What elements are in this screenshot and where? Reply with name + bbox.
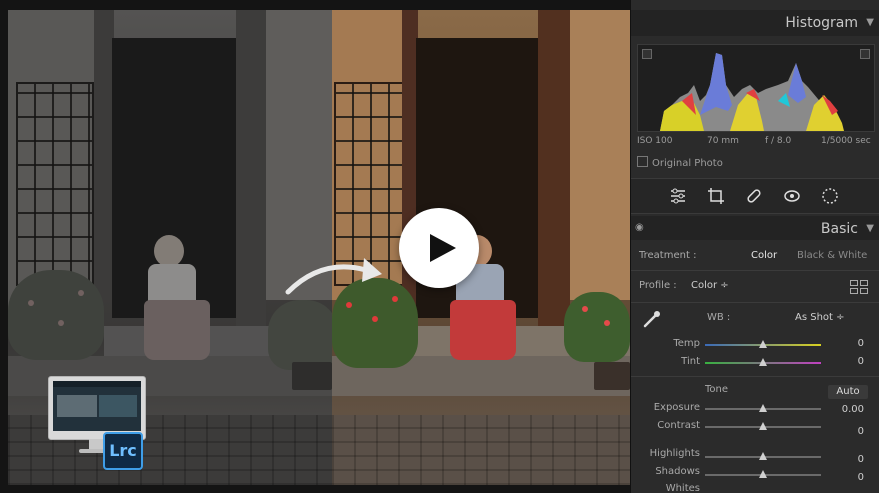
exif-shutter: 1/5000 sec bbox=[821, 136, 871, 146]
shadows-value[interactable]: 0 bbox=[858, 472, 864, 483]
exposure-value[interactable]: 0.00 bbox=[842, 404, 864, 415]
shadows-slider-handle[interactable] bbox=[759, 470, 767, 478]
basic-header[interactable]: ◉ Basic ▼ bbox=[631, 216, 879, 240]
tool-strip bbox=[631, 178, 879, 214]
bandage-icon[interactable] bbox=[745, 187, 763, 205]
basic-title: Basic bbox=[820, 221, 858, 237]
highlights-value[interactable]: 0 bbox=[858, 454, 864, 465]
crop-icon[interactable] bbox=[707, 187, 725, 205]
tint-label: Tint bbox=[681, 356, 700, 367]
lightroom-classic-logo: Lrc bbox=[103, 432, 143, 470]
wb-row: WB : As Shot ÷ bbox=[631, 310, 879, 330]
temp-slider-handle[interactable] bbox=[759, 340, 767, 348]
shadow-clipping-icon[interactable] bbox=[642, 49, 652, 59]
monitor-graphic bbox=[48, 376, 146, 453]
histogram bbox=[637, 44, 875, 132]
temp-slider[interactable] bbox=[705, 340, 821, 348]
monitor-screen bbox=[53, 381, 141, 431]
contrast-label: Contrast bbox=[657, 420, 700, 431]
contrast-slider[interactable] bbox=[705, 422, 821, 430]
contrast-slider-handle[interactable] bbox=[759, 422, 767, 430]
highlights-label: Highlights bbox=[649, 448, 700, 459]
whites-label: Whites bbox=[665, 483, 700, 493]
temp-value[interactable]: 0 bbox=[858, 338, 864, 349]
video-thumbnail: Lrc Histogram ▼ ISO 100 70 mm f / 8.0 1/… bbox=[0, 0, 879, 493]
histogram-graph bbox=[660, 53, 844, 131]
whites-row: Whites bbox=[631, 483, 879, 493]
treatment-label: Treatment : bbox=[639, 250, 697, 261]
exif-focal-length: 70 mm bbox=[707, 136, 739, 146]
develop-panel: Histogram ▼ ISO 100 70 mm f / 8.0 1/5000… bbox=[630, 0, 879, 493]
temp-row: Temp 0 bbox=[631, 336, 879, 354]
contrast-row: Contrast 0 bbox=[631, 420, 879, 438]
shadows-row: Shadows 0 bbox=[631, 466, 879, 484]
profile-row: Profile : Color ÷ bbox=[631, 278, 879, 298]
visibility-eye-icon[interactable]: ◉ bbox=[635, 222, 644, 233]
tint-value[interactable]: 0 bbox=[858, 356, 864, 367]
collapse-triangle-icon[interactable]: ▼ bbox=[866, 17, 874, 28]
highlight-clipping-icon[interactable] bbox=[860, 49, 870, 59]
wb-dropdown[interactable]: As Shot ÷ bbox=[795, 312, 845, 323]
mask-icon[interactable] bbox=[821, 187, 839, 205]
contrast-value[interactable]: 0 bbox=[858, 426, 864, 437]
tint-slider[interactable] bbox=[705, 358, 821, 366]
profile-label: Profile : bbox=[639, 280, 677, 291]
original-photo-checkbox[interactable] bbox=[637, 156, 648, 167]
exposure-slider-handle[interactable] bbox=[759, 404, 767, 412]
highlights-slider-handle[interactable] bbox=[759, 452, 767, 460]
tint-slider-handle[interactable] bbox=[759, 358, 767, 366]
tint-row: Tint 0 bbox=[631, 354, 879, 372]
highlights-row: Highlights 0 bbox=[631, 448, 879, 466]
collapse-triangle-icon[interactable]: ▼ bbox=[866, 223, 874, 234]
grid-icon[interactable] bbox=[850, 280, 868, 294]
curved-arrow-icon bbox=[285, 258, 382, 295]
sliders-icon[interactable] bbox=[669, 187, 687, 205]
play-icon bbox=[430, 234, 456, 262]
histogram-header[interactable]: Histogram ▼ bbox=[631, 10, 879, 36]
original-photo-toggle[interactable]: Original Photo bbox=[637, 156, 723, 169]
exif-aperture: f / 8.0 bbox=[765, 136, 792, 146]
histogram-title: Histogram bbox=[785, 15, 858, 31]
exif-iso: ISO 100 bbox=[637, 136, 673, 146]
shadows-slider[interactable] bbox=[705, 470, 821, 478]
exposure-slider[interactable] bbox=[705, 404, 821, 412]
profile-dropdown[interactable]: Color ÷ bbox=[691, 280, 729, 291]
exposure-row: Exposure 0.00 bbox=[631, 402, 879, 420]
treatment-bw-option[interactable]: Black & White bbox=[797, 250, 867, 261]
temp-label: Temp bbox=[673, 338, 700, 349]
treatment-color-option[interactable]: Color bbox=[751, 250, 777, 261]
original-photo-label: Original Photo bbox=[652, 158, 723, 169]
wb-label: WB : bbox=[707, 312, 731, 323]
highlights-slider[interactable] bbox=[705, 452, 821, 460]
shadows-label: Shadows bbox=[655, 466, 700, 477]
play-button[interactable] bbox=[399, 208, 479, 288]
eye-icon[interactable] bbox=[783, 187, 801, 205]
tone-label: Tone bbox=[705, 384, 729, 395]
auto-button[interactable]: Auto bbox=[828, 385, 868, 399]
treatment-row: Treatment : Color Black & White bbox=[631, 248, 879, 268]
exposure-label: Exposure bbox=[653, 402, 700, 413]
